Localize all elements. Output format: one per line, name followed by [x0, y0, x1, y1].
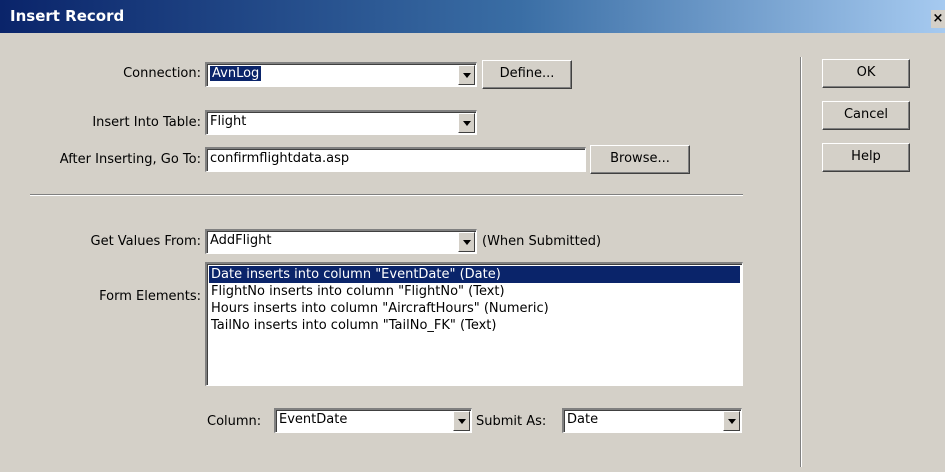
- table-label: Insert Into Table:: [92, 115, 201, 130]
- connection-select[interactable]: AvnLog: [205, 62, 477, 87]
- when-submitted-note: (When Submitted): [482, 234, 602, 249]
- define-button[interactable]: Define...: [482, 60, 572, 89]
- list-item[interactable]: FlightNo inserts into column "FlightNo" …: [209, 283, 740, 300]
- chevron-down-icon[interactable]: [458, 113, 475, 133]
- column-select[interactable]: EventDate: [274, 408, 472, 433]
- chevron-down-icon[interactable]: [458, 232, 475, 252]
- column-value: EventDate: [279, 412, 348, 427]
- goto-input[interactable]: confirmflightdata.asp: [205, 147, 586, 172]
- submit-as-select[interactable]: Date: [562, 408, 742, 433]
- chevron-down-icon[interactable]: [453, 411, 470, 431]
- values-from-label: Get Values From:: [90, 234, 202, 249]
- window-title: Insert Record: [10, 7, 125, 25]
- chevron-down-icon[interactable]: [458, 65, 475, 85]
- table-value: Flight: [210, 114, 247, 129]
- table-select[interactable]: Flight: [205, 110, 477, 135]
- submit-as-label: Submit As:: [476, 414, 547, 429]
- submit-as-value: Date: [567, 412, 599, 427]
- title-bar: Insert Record ×: [0, 0, 945, 33]
- goto-label: After Inserting, Go To:: [59, 152, 201, 167]
- values-from-select[interactable]: AddFlight: [205, 229, 477, 254]
- list-item[interactable]: Date inserts into column "EventDate" (Da…: [209, 266, 740, 283]
- values-from-value: AddFlight: [210, 233, 272, 248]
- separator: [30, 194, 743, 196]
- list-item[interactable]: TailNo inserts into column "TailNo_FK" (…: [209, 317, 740, 334]
- list-item[interactable]: Hours inserts into column "AircraftHours…: [209, 300, 740, 317]
- connection-value: AvnLog: [210, 66, 262, 81]
- close-icon: ×: [932, 11, 944, 26]
- goto-value: confirmflightdata.asp: [210, 151, 350, 166]
- vertical-separator: [800, 57, 802, 467]
- form-elements-label: Form Elements:: [99, 289, 201, 304]
- connection-label: Connection:: [123, 66, 201, 81]
- close-button[interactable]: ×: [931, 10, 945, 28]
- help-button[interactable]: Help: [822, 143, 910, 172]
- chevron-down-icon[interactable]: [723, 411, 740, 431]
- cancel-button[interactable]: Cancel: [822, 101, 910, 130]
- form-elements-list[interactable]: Date inserts into column "EventDate" (Da…: [205, 262, 743, 386]
- browse-button[interactable]: Browse...: [590, 145, 690, 174]
- column-label: Column:: [207, 414, 262, 429]
- ok-button[interactable]: OK: [822, 59, 910, 88]
